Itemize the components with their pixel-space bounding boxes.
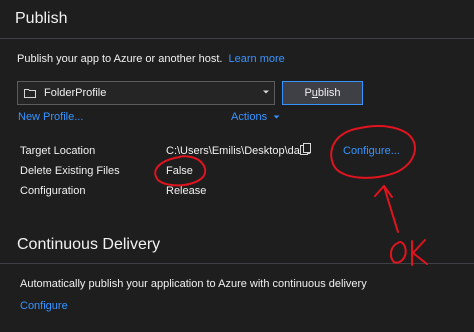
delete-existing-files-label: Delete Existing Files	[20, 165, 120, 177]
handwritten-o	[389, 241, 407, 264]
learn-more-link[interactable]: Learn more	[229, 53, 285, 65]
publish-description: Publish your app to Azure or another hos…	[17, 53, 285, 65]
continuous-delivery-divider	[0, 263, 474, 264]
folder-icon	[24, 89, 36, 98]
publish-button-label-end: blish	[317, 87, 341, 99]
arrow-head	[374, 185, 393, 198]
actions-chevron-icon	[273, 115, 280, 119]
target-location-value: C:\Users\Emilis\Desktop\dav3	[166, 145, 312, 157]
publish-divider	[0, 38, 474, 39]
new-profile-link[interactable]: New Profile...	[18, 111, 83, 123]
profile-dropdown-value: FolderProfile	[44, 87, 107, 99]
delete-existing-files-value: False	[166, 165, 193, 177]
handwritten-k-arm	[412, 239, 428, 265]
target-location-label: Target Location	[20, 145, 96, 157]
publish-button-label-start: P	[304, 87, 312, 99]
chevron-down-icon	[263, 90, 269, 94]
actions-label: Actions	[231, 111, 268, 123]
configuration-value: Release	[166, 185, 207, 197]
continuous-delivery-title: Continuous Delivery	[17, 236, 161, 253]
continuous-delivery-configure-link[interactable]: Configure	[20, 300, 68, 312]
publish-description-text: Publish your app to Azure or another hos…	[17, 53, 223, 65]
publish-title: Publish	[15, 10, 68, 27]
profile-dropdown[interactable]: FolderProfile	[17, 81, 275, 105]
copy-icon[interactable]	[300, 143, 312, 155]
publish-button[interactable]: Publish	[282, 81, 363, 105]
configuration-label: Configuration	[20, 185, 86, 197]
arrow-shaft	[383, 185, 399, 233]
continuous-delivery-description: Automatically publish your application t…	[20, 278, 367, 290]
configure-location-link[interactable]: Configure...	[343, 145, 400, 157]
actions-menu[interactable]: Actions	[231, 111, 280, 123]
